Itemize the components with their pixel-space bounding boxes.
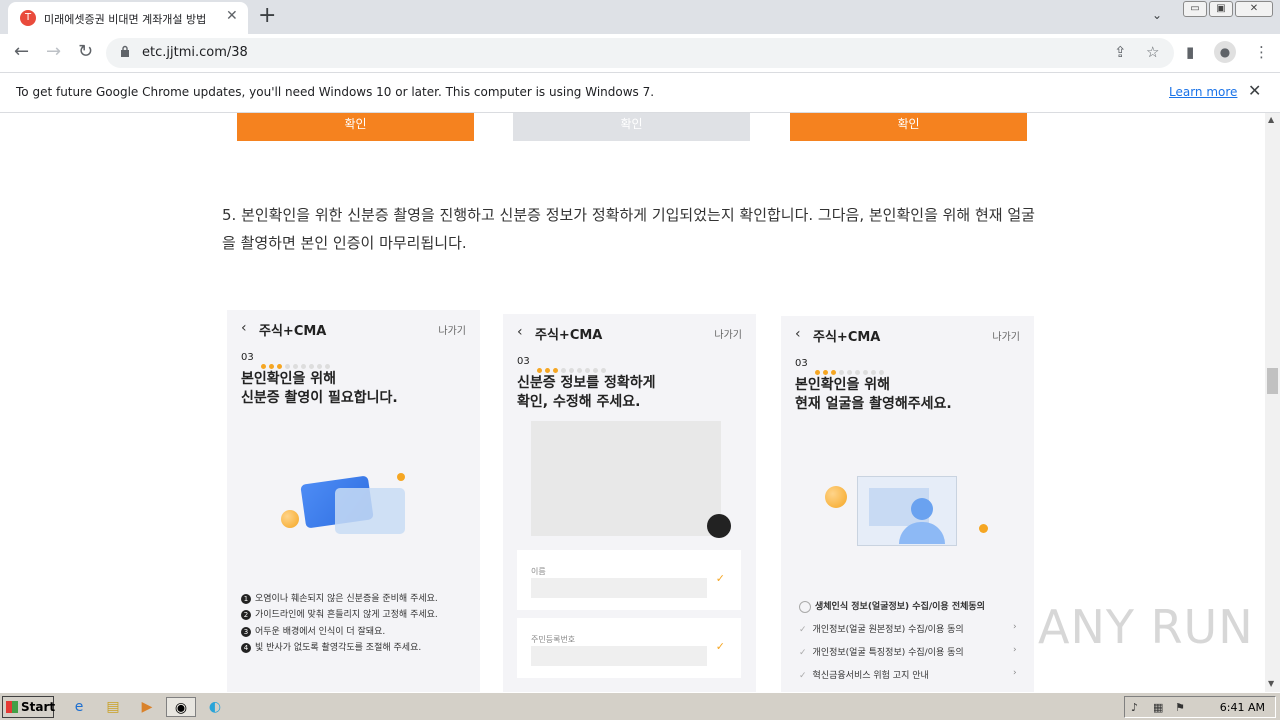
tab-favicon-icon: T — [20, 10, 36, 26]
rrn-label: 주민등록번호 — [531, 635, 576, 644]
scroll-down-arrow-icon[interactable]: ▼ — [1268, 679, 1274, 688]
back-chevron-icon: ‹ — [517, 324, 523, 340]
phone-title: 주식+CMA — [813, 330, 881, 345]
tab-active[interactable]: T 미래에셋증권 비대면 계좌개설 방법 ✕ — [8, 2, 248, 34]
chrome-taskbar-icon[interactable]: ◉ — [166, 697, 196, 717]
start-button[interactable]: Start — [2, 696, 55, 718]
bookmark-star-icon[interactable]: ☆ — [1146, 43, 1159, 61]
agree-item-1[interactable]: ✓ 개인정보(얼굴 원본정보) 수집/이용 동의 › — [799, 622, 1029, 635]
agree-item-3[interactable]: ✓ 혁신금융서비스 위험 고지 안내 › — [799, 668, 1029, 681]
rrn-field-box: 주민등록번호 ✓ — [517, 618, 741, 678]
name-field-box: 이름 ✓ — [517, 550, 741, 610]
phone-screenshot-face-capture: ‹ 주식+CMA 나가기 03 본인확인을 위해 현재 얼굴을 촬영해주세요. 생… — [781, 316, 1034, 692]
minimize-button[interactable]: ▭ — [1183, 1, 1207, 17]
tab-strip: T 미래에셋증권 비대면 계좌개설 방법 ✕ + ⌄ ▭ ▣ ✕ — [0, 0, 1280, 34]
scroll-thumb[interactable] — [1267, 368, 1278, 394]
back-chevron-icon: ‹ — [241, 320, 247, 336]
confirm-button-2[interactable]: 확인 — [513, 113, 750, 141]
learn-more-link[interactable]: Learn more — [1169, 85, 1237, 99]
exit-label: 나가기 — [438, 326, 466, 337]
camera-icon — [707, 514, 731, 538]
step5-paragraph: 5. 본인확인을 위한 신분증 촬영을 진행하고 신분증 정보가 정확하게 기입… — [222, 206, 1035, 252]
side-panel-icon[interactable]: ▮ — [1186, 43, 1194, 61]
id-card-preview — [531, 421, 721, 536]
page-content: 확인 확인 확인 5. 본인확인을 위한 신분증 촬영을 진행하고 신분증 정보… — [0, 113, 1265, 692]
clock[interactable]: 6:41 AM — [1220, 701, 1265, 714]
restore-button[interactable]: ▣ — [1209, 1, 1233, 17]
network-icon[interactable]: ▦ — [1153, 701, 1163, 714]
windows-taskbar: Start e ▤ ▶ ◉ ◐ ♪ ▦ ⚑ 6:41 AM — [0, 692, 1280, 720]
explorer-folder-icon[interactable]: ▤ — [102, 697, 124, 717]
address-bar[interactable]: etc.jjtmi.com/38 — [106, 38, 1174, 68]
name-input — [531, 578, 707, 598]
agree-item-2[interactable]: ✓ 개인정보(얼굴 특징정보) 수집/이용 동의 › — [799, 645, 1029, 658]
tab-close-icon[interactable]: ✕ — [226, 8, 238, 24]
ie-icon[interactable]: e — [68, 697, 90, 717]
lock-icon — [121, 45, 129, 57]
windows-flag-icon — [6, 701, 18, 713]
chevron-right-icon: › — [1013, 622, 1017, 632]
chevron-right-icon: › — [1013, 668, 1017, 678]
chevron-right-icon: › — [1013, 645, 1017, 655]
check-circle-icon — [799, 600, 811, 613]
step-number: 03 — [241, 352, 254, 363]
edge-icon[interactable]: ◐ — [204, 697, 226, 717]
exit-label: 나가기 — [992, 332, 1020, 343]
share-icon[interactable]: ⇪ — [1114, 43, 1127, 61]
back-arrow-icon[interactable]: ← — [14, 41, 29, 62]
tab-search-chevron-icon[interactable]: ⌄ — [1152, 8, 1162, 22]
media-player-icon[interactable]: ▶ — [136, 697, 158, 717]
phone-heading: 신분증 정보를 정확하게 확인, 수정해 주세요. — [517, 375, 656, 410]
phone-title: 주식+CMA — [259, 324, 327, 339]
back-chevron-icon: ‹ — [795, 326, 801, 342]
vertical-scrollbar[interactable]: ▲ ▼ — [1265, 113, 1280, 692]
infobar-close-icon[interactable]: ✕ — [1248, 81, 1261, 100]
close-window-button[interactable]: ✕ — [1235, 1, 1273, 17]
instruction-3: 3 어두운 배경에서 인식이 더 잘돼요. — [241, 624, 385, 637]
check-icon: ✓ — [715, 572, 725, 585]
action-center-flag-icon[interactable]: ⚑ — [1175, 701, 1185, 714]
phone-screenshot-id-capture: ‹ 주식+CMA 나가기 03 본인확인을 위해 신분증 촬영이 필요합니다. 1… — [227, 310, 480, 692]
phone-heading: 본인확인을 위해 신분증 촬영이 필요합니다. — [241, 371, 398, 406]
agree-all-row[interactable]: 생체인식 정보(얼굴정보) 수집/이용 전체동의 — [799, 599, 985, 613]
confirm-button-3[interactable]: 확인 — [790, 113, 1027, 141]
phone-heading: 본인확인을 위해 현재 얼굴을 촬영해주세요. — [795, 377, 952, 412]
new-tab-button[interactable]: + — [258, 3, 276, 28]
instruction-4: 4빛 반사가 없도록 촬영각도를 조절해 주세요. — [241, 640, 421, 653]
profile-avatar-icon[interactable]: ● — [1214, 41, 1236, 63]
confirm-button-1[interactable]: 확인 — [237, 113, 474, 141]
forward-arrow-icon[interactable]: → — [46, 41, 61, 62]
update-infobar: To get future Google Chrome updates, you… — [0, 72, 1280, 113]
rrn-input — [531, 646, 707, 666]
reload-icon[interactable]: ↻ — [78, 41, 93, 62]
name-label: 이름 — [531, 567, 546, 576]
menu-kebab-icon[interactable]: ⋮ — [1254, 43, 1269, 61]
check-icon: ✓ — [715, 640, 725, 653]
tab-title: 미래에셋증권 비대면 계좌개설 방법 — [44, 13, 207, 26]
exit-label: 나가기 — [714, 330, 742, 341]
system-tray: ♪ ▦ ⚑ 6:41 AM — [1124, 696, 1276, 718]
scroll-up-arrow-icon[interactable]: ▲ — [1268, 115, 1274, 124]
infobar-message: To get future Google Chrome updates, you… — [16, 85, 655, 99]
phone-title: 주식+CMA — [535, 328, 603, 343]
browser-toolbar: ← → ↻ etc.jjtmi.com/38 ⇪ ☆ ▮ ● ⋮ — [0, 34, 1280, 72]
step-number: 03 — [795, 358, 808, 369]
url-text: etc.jjtmi.com/38 — [142, 45, 248, 60]
instruction-2: 2 가이드라인에 맞춰 흔들리지 않게 고정해 주세요. — [241, 607, 438, 620]
anyrun-watermark: ANY RUN — [1038, 600, 1254, 654]
phone-screenshot-id-confirm: ‹ 주식+CMA 나가기 03 신분증 정보를 정확하게 확인, 수정해 주세요.… — [503, 314, 756, 692]
step-number: 03 — [517, 356, 530, 367]
volume-icon[interactable]: ♪ — [1131, 701, 1138, 714]
instruction-1: 1 오염이나 훼손되지 않은 신분증을 준비해 주세요. — [241, 591, 438, 604]
